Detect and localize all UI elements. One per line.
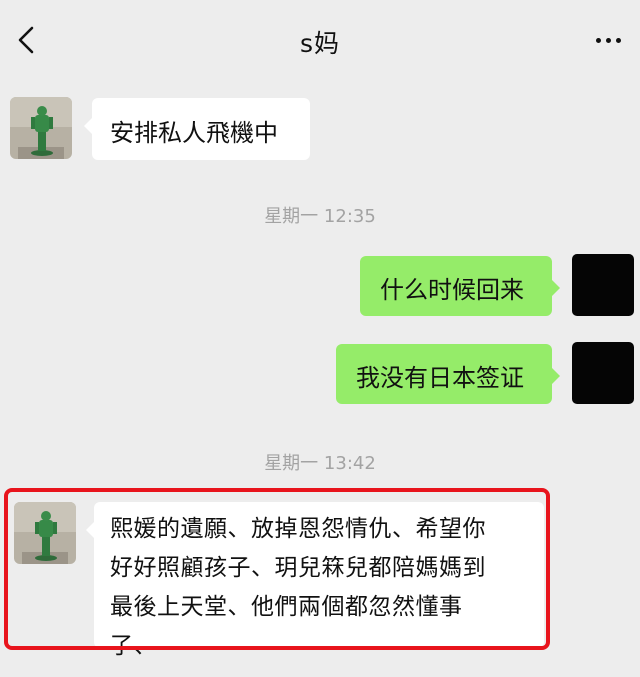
highlight-box xyxy=(4,488,550,650)
my-avatar[interactable] xyxy=(572,342,634,404)
message-bubble-sent[interactable]: 我没有日本签证 xyxy=(336,344,560,404)
more-button[interactable] xyxy=(588,28,628,52)
chat-title: s妈 xyxy=(299,29,341,58)
message-text: 安排私人飛機中 xyxy=(110,119,278,147)
toy-soldier-avatar-image xyxy=(10,97,72,159)
message-text: 什么时候回来 xyxy=(380,276,524,304)
contact-avatar[interactable] xyxy=(10,97,72,159)
my-avatar[interactable] xyxy=(572,254,634,316)
message-text: 我没有日本签证 xyxy=(356,364,524,392)
more-dots-icon xyxy=(595,37,601,43)
timestamp: 星期一 12:35 xyxy=(264,206,376,227)
message-bubble-sent[interactable]: 什么时候回来 xyxy=(360,256,560,316)
timestamp: 星期一 13:42 xyxy=(264,453,376,474)
message-bubble-received[interactable]: 安排私人飛機中 xyxy=(84,98,310,160)
chat-header: s妈 xyxy=(0,0,640,84)
